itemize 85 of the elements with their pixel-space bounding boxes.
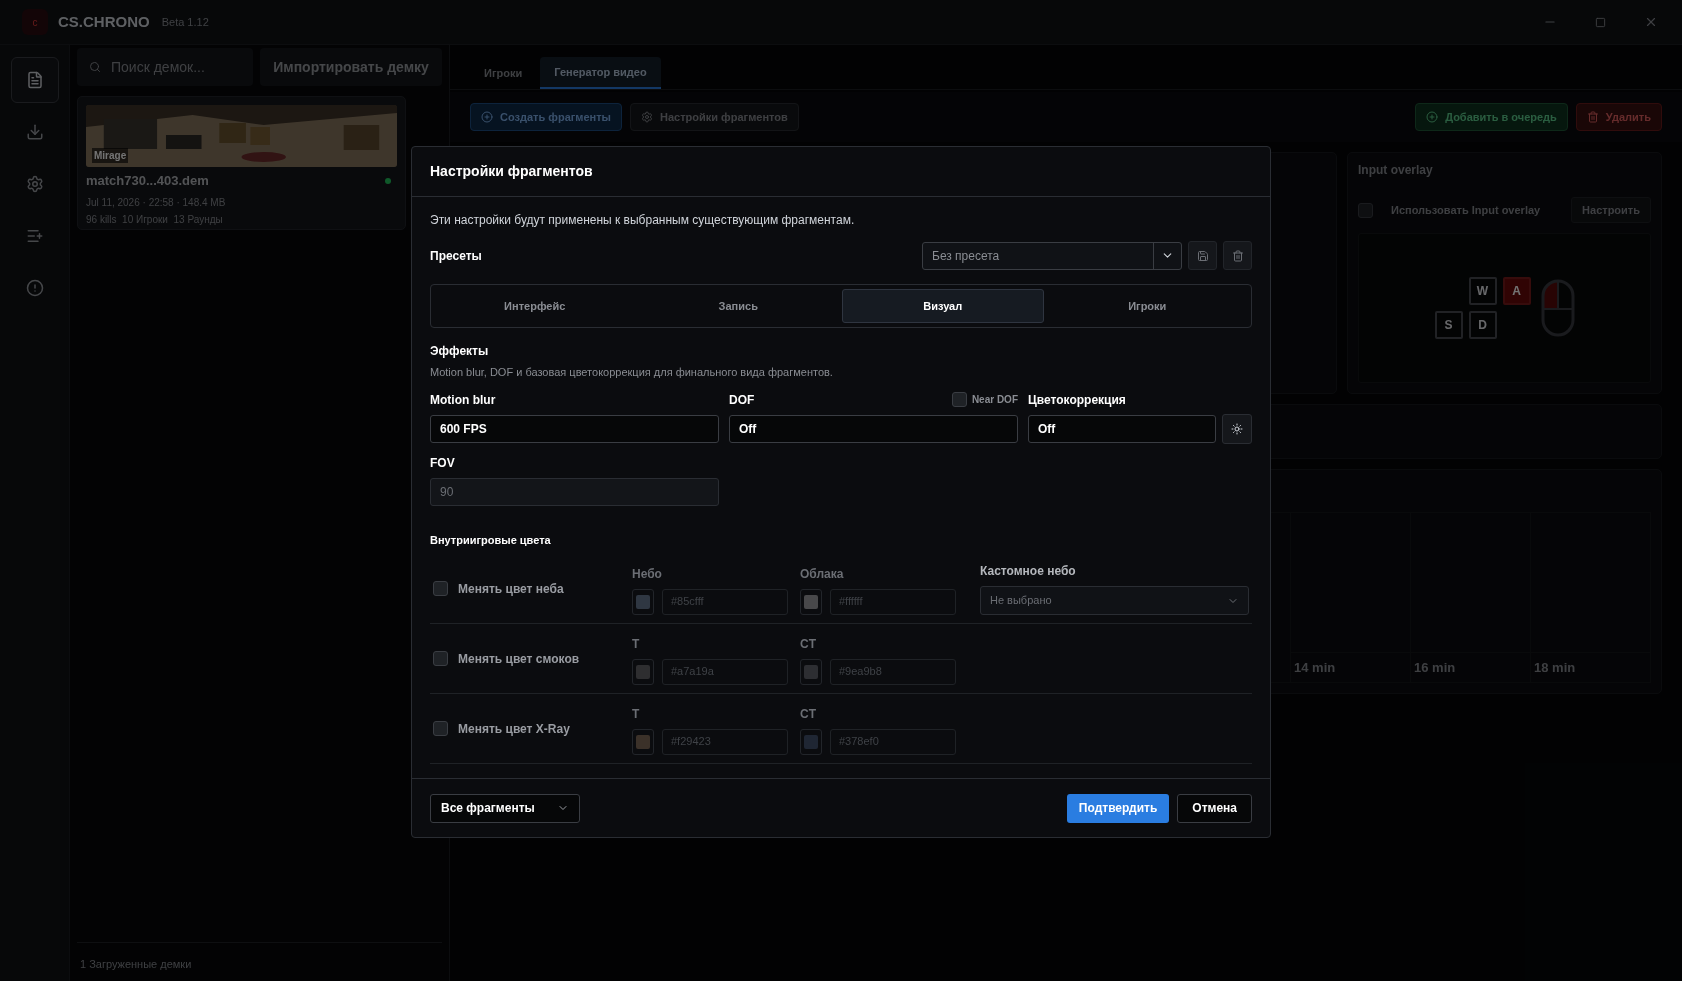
settings-tab[interactable]: Игроки [1047,289,1247,323]
color-checkbox[interactable] [433,721,448,736]
settings-tab[interactable]: Интерфейс [435,289,635,323]
hex-field[interactable]: #378ef0 [830,728,956,755]
demo-name: match730...403.dem [86,172,209,190]
trash-icon [1231,249,1244,262]
main-tab[interactable]: Генератор видео [540,57,661,89]
save-preset-button[interactable] [1188,241,1217,270]
cancel-button[interactable]: Отмена [1177,793,1252,823]
app-logo: c [22,9,48,35]
close-icon[interactable] [1644,15,1658,29]
list-icon [25,227,44,245]
maximize-icon[interactable] [1595,16,1606,28]
info-icon [25,279,44,297]
checkbox-label: Менять цвет X-Ray [458,720,570,738]
color-swatch[interactable] [632,658,654,685]
toolbar-button[interactable]: Создать фрагменты [470,103,622,131]
field-label: Кастомное небо [980,563,1077,580]
trash-icon [1586,111,1599,123]
delete-preset-button[interactable] [1223,241,1252,270]
time-label: 14 min [1291,651,1410,682]
color-swatch[interactable] [800,658,822,685]
search-icon [89,61,101,73]
color-correction-field[interactable]: Off [1028,414,1216,443]
main-tab[interactable]: Игроки [470,57,537,89]
color-checkbox[interactable] [433,581,448,596]
field-label: Цветокоррекция [1028,391,1127,409]
document-icon [25,71,44,89]
near-dof-checkbox[interactable] [951,392,967,407]
field-label: DOF [729,391,755,409]
key-cap: W [1468,277,1497,305]
section-description: Motion blur, DOF и базовая цветокоррекция для финального вида фрагментов. [430,365,834,380]
key-cap: D [1468,311,1497,339]
section-title: Внутриигровые цвета [430,532,552,548]
dialog-description: Эти настройки будут применены к выбранным существующим фрагментам. [430,212,856,229]
app-title: CS.CHRONO [58,11,150,32]
settings-tab[interactable]: Запись [638,289,838,323]
color-swatch[interactable] [800,728,822,755]
card-title: Input overlay [1358,162,1434,179]
checkbox-label: Менять цвет неба [458,580,564,598]
color-label: Облака [800,565,845,583]
settings-icon [25,175,44,193]
color-swatch[interactable] [632,588,654,615]
color-label: T [632,705,641,723]
motion-blur-field[interactable]: 600 FPS [430,414,719,443]
scope-select[interactable]: Все фрагменты [430,793,580,823]
preset-select[interactable]: Без пресета [922,241,1182,270]
time-label: 16 min [1411,651,1530,682]
custom-sky-select[interactable]: Не выбрано [980,586,1249,615]
settings-icon [641,111,653,123]
settings-tab[interactable]: Визуал [842,289,1044,323]
configure-button[interactable]: Настроить [1571,197,1651,223]
dof-field[interactable]: Off [729,414,1018,443]
sidebar-item[interactable] [10,57,59,103]
checkbox-label: Near DOF [971,393,1018,407]
color-swatch[interactable] [800,588,822,615]
checkbox-label: Менять цвет смоков [458,650,580,668]
color-checkbox[interactable] [433,651,448,666]
field-label: Motion blur [430,391,497,409]
time-label: 18 min [1531,651,1650,682]
toolbar-button[interactable]: Добавить в очередь [1415,103,1568,131]
sun-icon-button[interactable] [1222,413,1252,444]
dialog-title: Настройки фрагментов [430,162,593,181]
hex-field[interactable]: #f29423 [662,728,788,755]
plus-circle-icon [1426,111,1439,123]
confirm-button[interactable]: Подтвердить [1066,793,1170,823]
download-icon [25,123,44,141]
presets-label: Пресеты [430,247,482,265]
plus-circle-icon [481,111,493,123]
color-swatch[interactable] [632,728,654,755]
save-icon [1196,249,1209,262]
section-title: Эффекты [430,343,490,360]
toolbar-button[interactable]: Удалить [1575,103,1662,131]
color-label: CT [800,705,817,723]
import-button[interactable]: Импортировать демку [260,48,442,86]
key-cap: A [1502,277,1531,305]
field-label: FOV [430,454,456,472]
color-label: T [632,635,641,653]
color-label: Небо [632,565,663,583]
sun-icon [1231,422,1243,435]
key-cap: S [1434,311,1463,339]
color-label: CT [800,635,817,653]
version-label: Beta 1.12 [161,14,209,30]
demos-count: 1 Загруженные демки [80,958,192,970]
checkbox-label: Использовать Input overlay [1391,202,1541,218]
